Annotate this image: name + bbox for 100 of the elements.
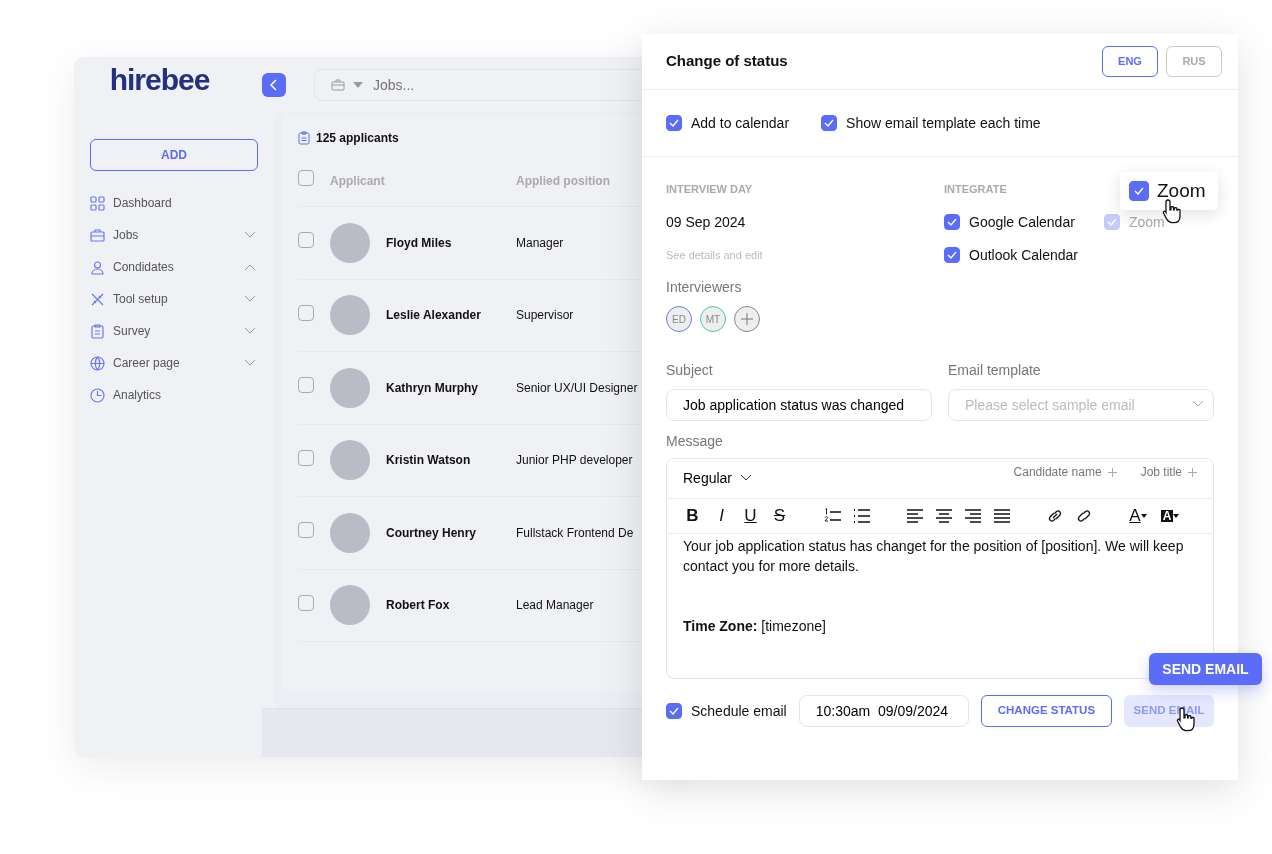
applicant-name: Robert Fox [386,597,450,615]
chevron-left-icon [269,79,279,91]
checkbox[interactable] [821,115,838,131]
field-label: INTEGRATE [944,182,1007,197]
applicant-position: Manager [516,235,564,250]
briefcase-icon [331,79,345,91]
checkbox[interactable] [298,594,314,611]
applicant-name: Kathryn Murphy [386,379,478,397]
insert-token-button[interactable]: Job title [1140,463,1197,481]
applicant-position: Supervisor [516,308,574,323]
bold-button[interactable]: B [683,504,702,527]
photo-placeholder [330,585,370,626]
grid-icon [90,195,105,211]
briefcase-icon [90,227,105,243]
align-left-icon [905,506,924,525]
photo-placeholder [330,512,370,553]
photo-placeholder [330,440,370,481]
highlight-button[interactable]: A [1159,504,1181,527]
photo-placeholder [330,367,370,408]
check-icon [947,218,957,226]
italic-button[interactable]: I [712,504,731,527]
subject-field[interactable]: Job application status was changed [666,389,932,421]
photo-placeholder [330,222,370,263]
checkbox[interactable] [298,232,314,249]
ordered-list-icon [823,506,842,525]
template-dropdown[interactable]: Please select sample email [948,389,1214,421]
align-right-icon [963,506,982,525]
option-label: Outlook Calendar [969,245,1078,265]
sidebar-item[interactable]: Tool setup [90,283,258,315]
checkbox[interactable] [298,170,314,186]
check-icon [1134,187,1144,195]
search-field[interactable]: Jobs... [371,73,571,97]
check-icon [947,251,957,259]
clipboard-icon [298,131,310,145]
add-interviewer-button[interactable] [734,306,760,332]
field-label: Message [666,432,724,451]
applicant-name: Leslie Alexander [386,307,481,325]
option-label: Schedule email [691,701,787,721]
send-email-button[interactable]: SEND EMAIL [1149,653,1262,685]
option-label: Show email template each time [846,113,1041,133]
applicant-position: Senior UX/UI Designer [516,380,638,395]
dialog-title: Change of status [666,51,788,72]
style-dropdown[interactable]: Regular [683,467,753,489]
applicant-count: 125 applicants [316,130,399,147]
sidebar-item[interactable]: Career page [90,347,258,379]
check-icon [669,119,679,127]
plus-icon [1188,467,1197,477]
message-paragraph: Time Zone: [timezone] [683,617,827,636]
option-label: Add to calendar [691,113,790,133]
strike-button[interactable]: S [770,504,789,527]
checkbox[interactable] [298,522,314,539]
interview-date: 09 Sep 2024 [666,212,747,232]
checkbox[interactable] [666,703,682,719]
checkbox[interactable] [666,115,682,131]
caret-icon [353,82,363,88]
bullet-list-icon [852,506,871,525]
checkbox[interactable] [298,304,314,321]
checkbox[interactable] [944,247,960,263]
field-label: Interviewers [666,278,743,297]
schedule-time-field[interactable]: 10:30am 09/09/2024 [798,695,969,727]
person-icon [90,259,105,275]
caret-icon [1173,513,1180,518]
language-tab[interactable]: ENG [1102,46,1158,77]
option-label: Zoom [1157,178,1206,203]
underline-button[interactable]: U [741,504,760,527]
applicant-position: Junior PHP developer [516,453,633,468]
sidebar-item[interactable]: Analytics [90,379,258,411]
globe-icon [90,355,105,371]
change-status-button[interactable]: CHANGE STATUS [980,695,1113,727]
field-label: Email template [948,361,1042,380]
chevron-down-icon [1192,400,1204,408]
sidebar-item[interactable]: Dashboard [90,187,258,219]
justify-icon [992,506,1011,525]
applicant-position: Fullstack Frontend De [516,525,634,540]
caret-icon [1140,513,1147,518]
check-icon [669,707,679,715]
photo-placeholder [330,295,370,336]
field-label: Subject [666,361,714,380]
collapse-button[interactable] [262,73,286,97]
chevron-down-icon [740,474,753,483]
checkbox[interactable] [298,449,314,466]
applicant-position: Lead Manager [516,598,594,613]
clock-icon [90,387,105,403]
logo: hirebee [109,65,210,95]
sidebar-item[interactable]: Survey [90,315,258,347]
sidebar-item[interactable]: Condidates [90,251,258,283]
sidebar-item[interactable]: Jobs [90,219,258,251]
checkbox[interactable] [1129,181,1149,201]
check-icon [1107,218,1117,226]
plus-icon [1107,467,1117,477]
checkbox[interactable] [944,214,960,230]
field-label: INTERVIEW DAY [666,182,754,197]
text-color-button[interactable]: A [1127,504,1149,527]
clipboard-icon [90,323,105,339]
tools-icon [90,291,105,307]
applicant-name: Floyd Miles [386,234,452,252]
align-center-icon [934,506,953,525]
checkbox[interactable] [298,377,314,394]
add-button[interactable]: ADD [90,139,258,171]
insert-token-button[interactable]: Candidate name [1013,463,1117,481]
